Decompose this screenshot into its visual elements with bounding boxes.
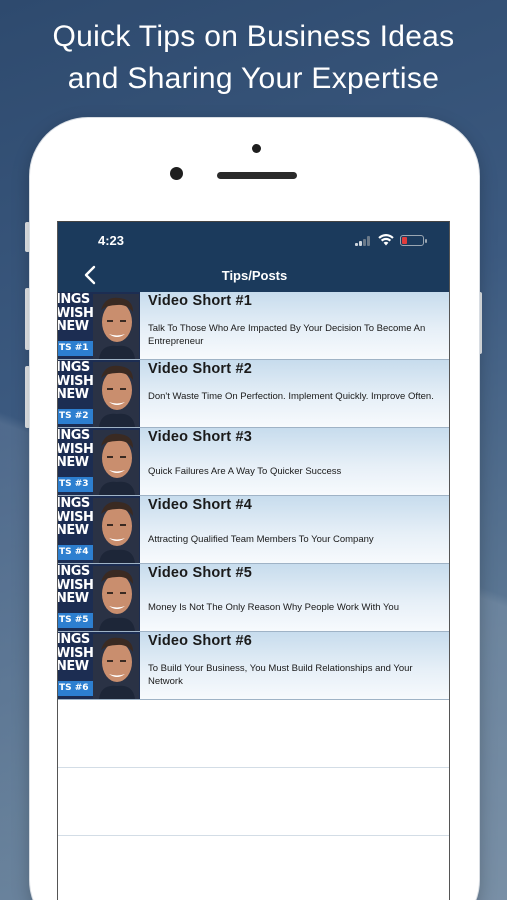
thumbnail-caption: INGS WISH NEW	[58, 564, 94, 606]
video-thumbnail: INGS WISH NEW TS #4	[58, 496, 140, 563]
empty-list-row	[58, 700, 449, 768]
person-portrait-icon	[93, 566, 139, 631]
status-bar: 4:23	[58, 222, 449, 260]
post-description: Attracting Qualified Team Members To You…	[148, 534, 374, 545]
person-portrait-icon	[93, 634, 139, 699]
phone-screen: 4:23 Tips/Posts INGS WISH NEW TS #1 Vide…	[57, 221, 450, 900]
person-portrait-icon	[93, 430, 139, 495]
post-description: Quick Failures Are A Way To Quicker Succ…	[148, 466, 342, 477]
thumbnail-caption: INGS WISH NEW	[58, 632, 94, 674]
thumbnail-badge: TS #3	[58, 477, 95, 492]
list-item[interactable]: INGS WISH NEW TS #1 Video Short #1 Talk To…	[58, 292, 449, 360]
video-thumbnail: INGS WISH NEW TS #5	[58, 564, 140, 631]
phone-camera	[170, 167, 183, 180]
nav-bar: Tips/Posts	[58, 260, 449, 292]
video-thumbnail: INGS WISH NEW TS #2	[58, 360, 140, 427]
post-title: Video Short #4	[148, 497, 253, 513]
video-thumbnail: INGS WISH NEW TS #6	[58, 632, 140, 699]
post-description: To Build Your Business, You Must Build R…	[148, 663, 413, 687]
list-item[interactable]: INGS WISH NEW TS #4 Video Short #4 Attract…	[58, 496, 449, 564]
page-title: Tips/Posts	[221, 268, 288, 283]
phone-speaker	[217, 172, 297, 179]
thumbnail-badge: TS #1	[58, 341, 95, 356]
status-time: 4:23	[98, 233, 125, 248]
headline-line-2: and Sharing Your Expertise	[67, 62, 440, 95]
empty-list-row	[58, 836, 449, 900]
person-portrait-icon	[93, 294, 139, 359]
battery-icon	[400, 235, 427, 246]
thumbnail-caption: INGS WISH NEW	[58, 360, 94, 402]
headline-line-1: Quick Tips on Business Ideas	[52, 20, 455, 53]
posts-list: INGS WISH NEW TS #1 Video Short #1 Talk To…	[58, 292, 449, 900]
thumbnail-badge: TS #5	[58, 613, 95, 628]
post-title: Video Short #2	[148, 361, 253, 377]
wifi-icon	[378, 234, 394, 246]
post-title: Video Short #6	[148, 633, 253, 649]
post-title: Video Short #1	[148, 293, 253, 309]
list-item[interactable]: INGS WISH NEW TS #6 Video Short #6 To Buil…	[58, 632, 449, 700]
person-portrait-icon	[93, 498, 139, 563]
thumbnail-badge: TS #6	[58, 681, 95, 696]
list-item[interactable]: INGS WISH NEW TS #3 Video Short #3 Quick F…	[58, 428, 449, 496]
thumbnail-badge: TS #4	[58, 545, 95, 560]
list-item[interactable]: INGS WISH NEW TS #5 Video Short #5 Money I…	[58, 564, 449, 632]
thumbnail-caption: INGS WISH NEW	[58, 428, 94, 470]
post-title: Video Short #5	[148, 565, 253, 581]
post-description: Money Is Not The Only Reason Why People …	[148, 602, 399, 613]
person-portrait-icon	[93, 362, 139, 427]
empty-list-row	[58, 768, 449, 836]
list-item[interactable]: INGS WISH NEW TS #2 Video Short #2 Don't W…	[58, 360, 449, 428]
promo-headline: Quick Tips on Business Ideas and Sharing…	[0, 16, 507, 100]
thumbnail-badge: TS #2	[58, 409, 95, 424]
video-thumbnail: INGS WISH NEW TS #3	[58, 428, 140, 495]
cellular-signal-icon	[355, 236, 371, 246]
phone-sensor	[252, 144, 261, 153]
post-description: Talk To Those Who Are Impacted By Your D…	[148, 323, 426, 347]
thumbnail-caption: INGS WISH NEW	[58, 292, 94, 334]
post-title: Video Short #3	[148, 429, 253, 445]
video-thumbnail: INGS WISH NEW TS #1	[58, 292, 140, 359]
post-description: Don't Waste Time On Perfection. Implemen…	[148, 391, 434, 402]
thumbnail-caption: INGS WISH NEW	[58, 496, 94, 538]
